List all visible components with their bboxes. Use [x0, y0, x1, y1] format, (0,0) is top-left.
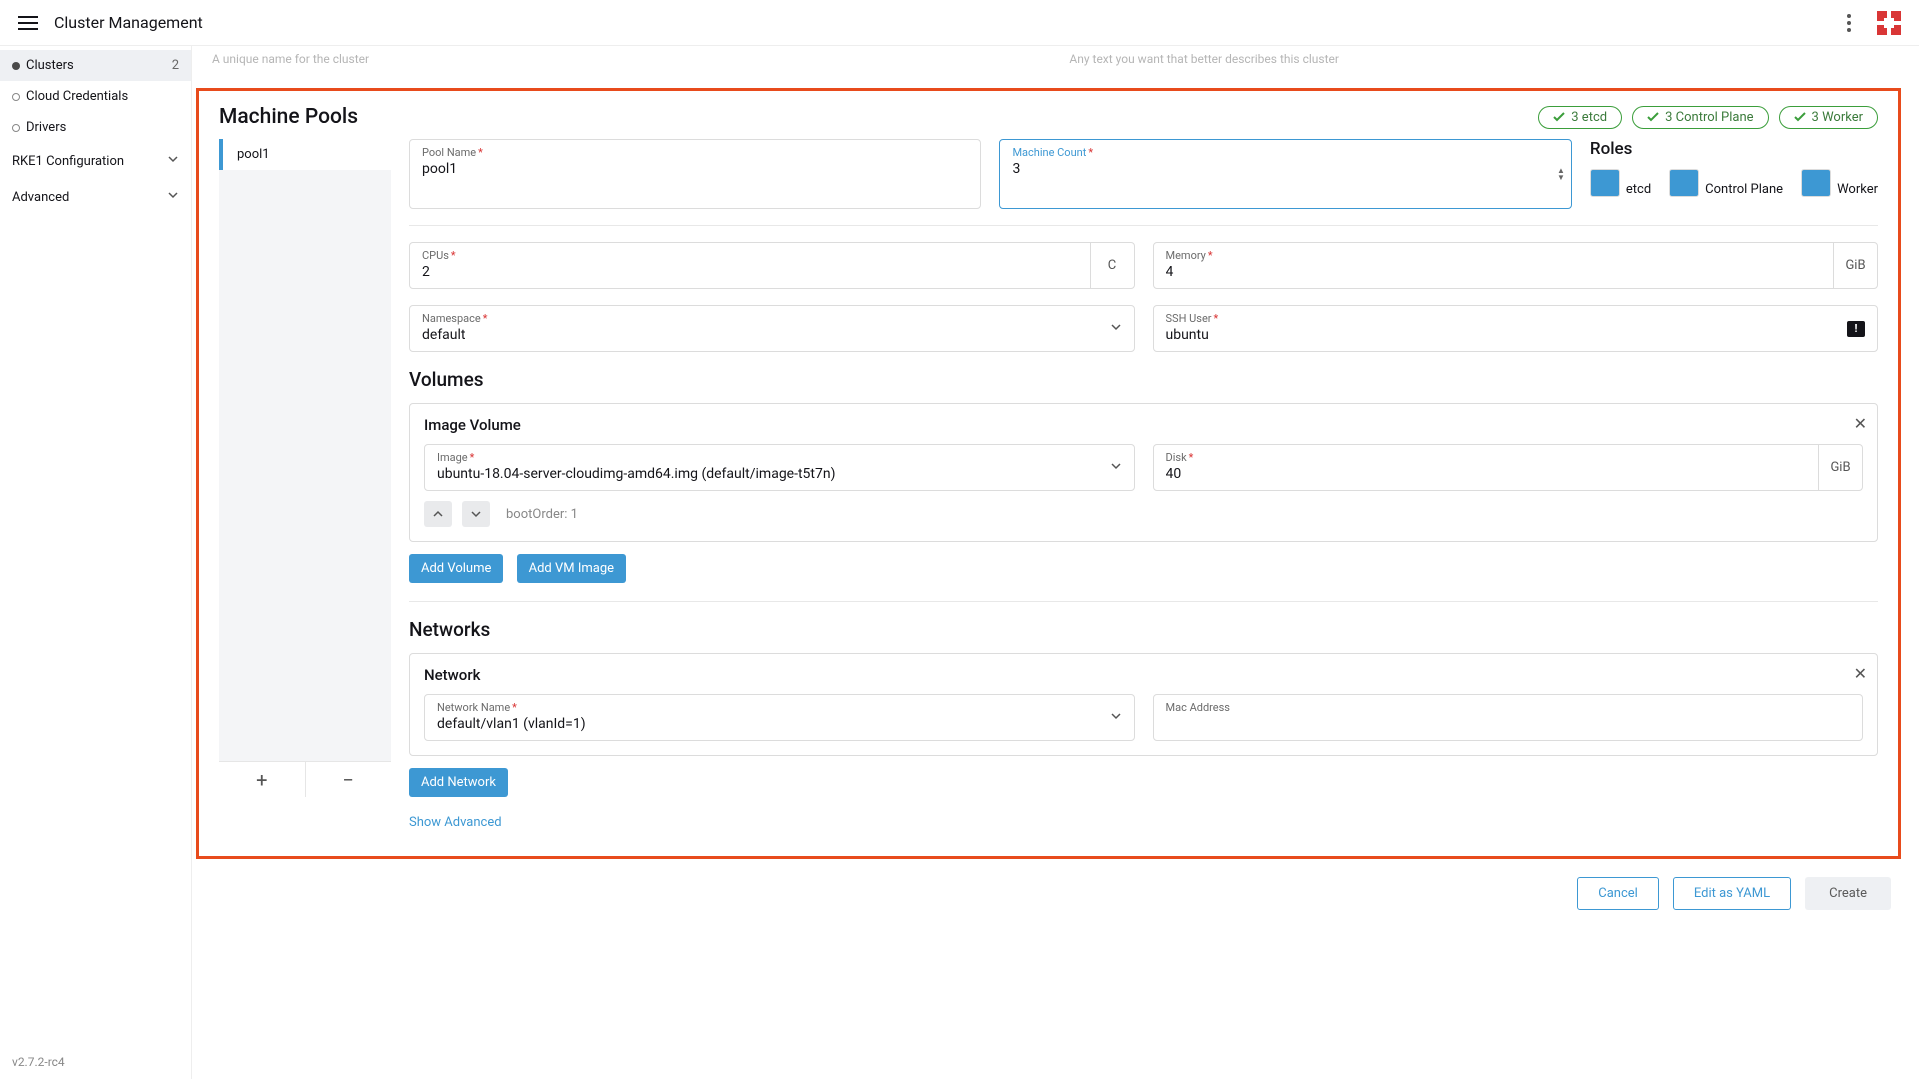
machine-pools-section: Machine Pools 3 etcd 3 Control Plane — [196, 88, 1901, 859]
sidebar-item-label: Drivers — [26, 120, 66, 135]
cluster-dot-icon — [12, 62, 20, 70]
cpus-input[interactable] — [422, 264, 1122, 280]
create-button[interactable]: Create — [1805, 877, 1891, 910]
check-icon — [1647, 112, 1659, 122]
dot-icon — [12, 124, 20, 132]
image-volume-box: Image Volume ✕ Image* ubuntu-18.04-serve… — [409, 403, 1878, 542]
footer-actions: Cancel Edit as YAML Create — [192, 859, 1919, 920]
cluster-name-row: A unique name for the cluster Any text y… — [192, 46, 1919, 74]
namespace-value: default — [422, 327, 1122, 343]
sidebar-expander-rke1[interactable]: RKE1 Configuration — [0, 143, 191, 179]
badge-etcd: 3 etcd — [1538, 106, 1622, 129]
add-pool-button[interactable]: + — [219, 762, 306, 797]
sidebar-item-label: Cloud Credentials — [26, 89, 128, 104]
add-vm-image-button[interactable]: Add VM Image — [517, 554, 626, 583]
main-content: A unique name for the cluster Any text y… — [192, 46, 1919, 1079]
chevron-down-icon — [1110, 321, 1122, 337]
pool-name-field[interactable]: Pool Name* — [409, 139, 981, 209]
chevron-down-icon — [1110, 710, 1122, 726]
close-icon[interactable]: ✕ — [1854, 414, 1867, 433]
number-spinner[interactable]: ▲▼ — [1557, 167, 1565, 181]
roles-block: Roles etcd Control Plane Worker — [1590, 139, 1878, 209]
cluster-desc-placeholder[interactable]: Any text you want that better describes … — [1067, 46, 1904, 74]
menu-icon[interactable] — [14, 9, 42, 37]
image-volume-title: Image Volume — [424, 416, 1863, 434]
disk-field[interactable]: Disk* GiB — [1153, 444, 1864, 491]
memory-unit: GiB — [1833, 243, 1877, 288]
chevron-down-icon — [167, 153, 179, 169]
ssh-user-input[interactable] — [1166, 327, 1866, 343]
network-name-field[interactable]: Network Name* default/vlan1 (vlanId=1) — [424, 694, 1135, 741]
machine-pools-title: Machine Pools — [219, 105, 358, 129]
cpus-unit: C — [1090, 243, 1134, 288]
machine-count-field[interactable]: Machine Count* ▲▼ — [999, 139, 1571, 209]
sidebar-item-drivers[interactable]: Drivers — [0, 112, 191, 143]
check-icon — [1553, 112, 1565, 122]
dot-icon — [12, 93, 20, 101]
pool-tabs: pool1 + − — [219, 139, 391, 797]
ssh-user-field[interactable]: SSH User* ! — [1153, 305, 1879, 352]
edit-as-yaml-button[interactable]: Edit as YAML — [1673, 877, 1791, 910]
cpus-field[interactable]: CPUs* C — [409, 242, 1135, 289]
add-network-button[interactable]: Add Network — [409, 768, 508, 797]
remove-pool-button[interactable]: − — [306, 762, 392, 797]
show-advanced-link[interactable]: Show Advanced — [409, 809, 502, 836]
info-icon[interactable]: ! — [1847, 321, 1865, 337]
add-volume-button[interactable]: Add Volume — [409, 554, 503, 583]
badge-worker: 3 Worker — [1779, 106, 1878, 129]
badge-control-plane: 3 Control Plane — [1632, 106, 1768, 129]
version-label: v2.7.2-rc4 — [0, 1045, 191, 1079]
networks-title: Networks — [409, 618, 1878, 641]
top-bar: Cluster Management — [0, 0, 1919, 46]
machine-count-input[interactable] — [1012, 161, 1558, 177]
kebab-menu-icon[interactable] — [1835, 14, 1863, 32]
close-icon[interactable]: ✕ — [1854, 664, 1867, 683]
app-title: Cluster Management — [54, 13, 203, 32]
chevron-down-icon — [1110, 460, 1122, 476]
sidebar-item-clusters[interactable]: Clusters 2 — [0, 50, 191, 81]
roles-title: Roles — [1590, 139, 1878, 159]
mac-address-field[interactable]: Mac Address — [1153, 694, 1864, 741]
volumes-title: Volumes — [409, 368, 1878, 391]
role-worker-checkbox[interactable]: Worker — [1801, 169, 1878, 209]
sidebar-item-label: RKE1 Configuration — [12, 154, 124, 169]
network-box-title: Network — [424, 666, 1863, 684]
chevron-down-icon — [167, 189, 179, 205]
namespace-field[interactable]: Namespace* default — [409, 305, 1135, 352]
disk-unit: GiB — [1818, 445, 1862, 490]
boot-order-down-button[interactable] — [462, 501, 490, 527]
sidebar-item-cloud-credentials[interactable]: Cloud Credentials — [0, 81, 191, 112]
sidebar-item-label: Advanced — [12, 190, 69, 205]
pool-name-input[interactable] — [422, 161, 968, 177]
disk-input[interactable] — [1166, 466, 1851, 482]
clusters-count: 2 — [172, 58, 179, 73]
sidebar: Clusters 2 Cloud Credentials Drivers RKE… — [0, 46, 192, 1079]
image-value: ubuntu-18.04-server-cloudimg-amd64.img (… — [437, 466, 1122, 482]
pool-tab-pool1[interactable]: pool1 — [219, 139, 391, 170]
memory-field[interactable]: Memory* GiB — [1153, 242, 1879, 289]
boot-order-up-button[interactable] — [424, 501, 452, 527]
check-icon — [1794, 112, 1806, 122]
role-etcd-checkbox[interactable]: etcd — [1590, 169, 1651, 209]
network-name-value: default/vlan1 (vlanId=1) — [437, 716, 1122, 732]
sidebar-item-label: Clusters — [26, 58, 74, 73]
memory-input[interactable] — [1166, 264, 1866, 280]
brand-logo-icon — [1873, 7, 1905, 39]
image-field[interactable]: Image* ubuntu-18.04-server-cloudimg-amd6… — [424, 444, 1135, 491]
cluster-name-placeholder[interactable]: A unique name for the cluster — [210, 46, 1047, 74]
cancel-button[interactable]: Cancel — [1577, 877, 1659, 910]
boot-order-label: bootOrder: 1 — [506, 507, 578, 522]
network-box: Network ✕ Network Name* default/vlan1 (v… — [409, 653, 1878, 756]
mac-address-input[interactable] — [1166, 716, 1851, 732]
role-control-plane-checkbox[interactable]: Control Plane — [1669, 169, 1783, 209]
sidebar-expander-advanced[interactable]: Advanced — [0, 179, 191, 215]
